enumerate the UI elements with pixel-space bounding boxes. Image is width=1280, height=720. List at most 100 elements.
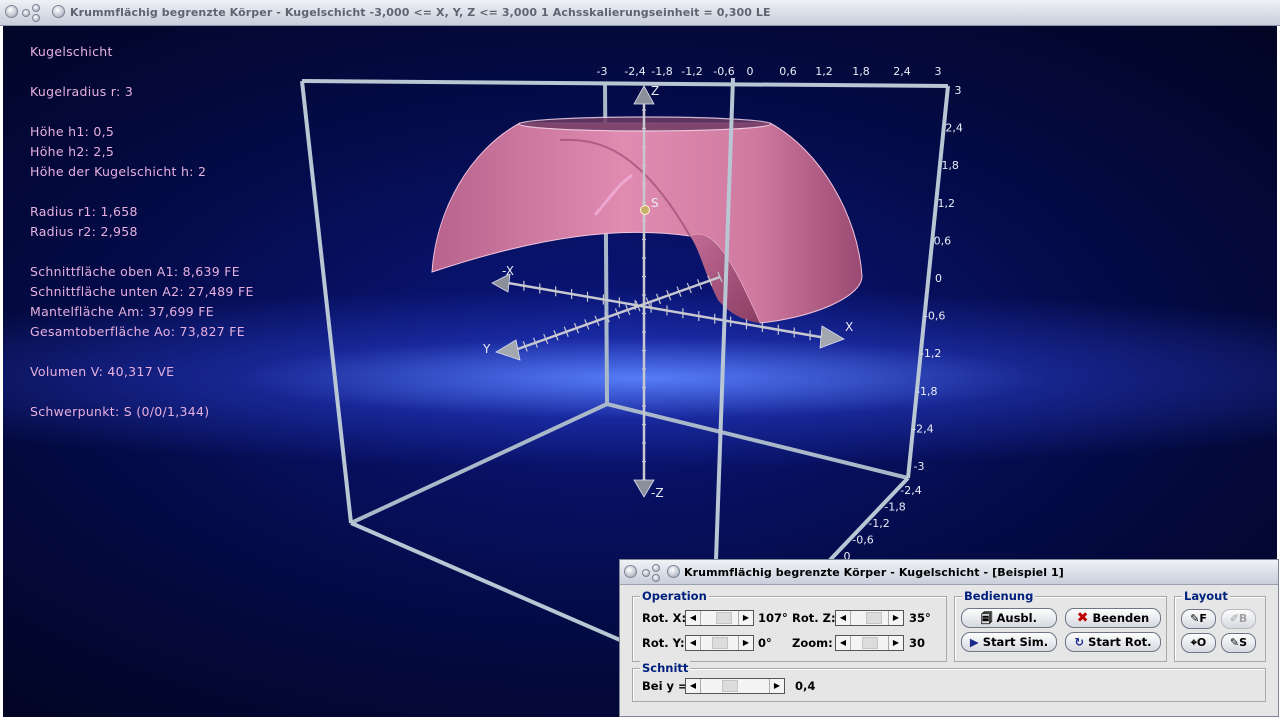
info-radius: Kugelradius r: 3 bbox=[30, 84, 134, 99]
slider-left-icon[interactable]: ◀ bbox=[836, 636, 851, 650]
panel-title-bar: Krummflächig begrenzte Körper - Kugelsch… bbox=[620, 560, 1278, 585]
tick-label: 3 bbox=[955, 84, 962, 97]
tick-label: 1,2 bbox=[938, 197, 956, 210]
panel-close-icon[interactable] bbox=[667, 565, 680, 578]
slider-left-icon[interactable]: ◀ bbox=[836, 611, 851, 625]
start-rot-button[interactable]: ↻ Start Rot. bbox=[1065, 632, 1161, 652]
panel-maximize-icon[interactable] bbox=[652, 564, 660, 572]
rot-y-slider[interactable]: ◀ ▶ bbox=[685, 635, 754, 651]
layout-o-button[interactable]: ⌖O bbox=[1181, 633, 1216, 653]
slider-right-icon[interactable]: ▶ bbox=[738, 611, 753, 625]
panel-restore-icon[interactable] bbox=[652, 574, 660, 582]
paint-icon: ✎ bbox=[1229, 636, 1240, 649]
top-tick-labels: -3 -2,4 -1,8 -1,2 -0,6 0 0,6 1,2 1,8 2,4 3 bbox=[597, 65, 942, 78]
rot-x-slider[interactable]: ◀ ▶ bbox=[685, 610, 754, 626]
bei-y-label: Bei y = bbox=[642, 679, 688, 693]
close-icon[interactable] bbox=[52, 5, 65, 18]
rot-z-value: 35° bbox=[909, 611, 931, 625]
info-panel: Kugelschicht Kugelradius r: 3 Höhe h1: 0… bbox=[30, 42, 254, 422]
centroid-point bbox=[640, 205, 650, 215]
schnitt-label: Schnitt bbox=[640, 661, 691, 675]
tick-label: 0,6 bbox=[934, 234, 952, 247]
tick-label: 3 bbox=[935, 65, 942, 78]
maximize-icon[interactable] bbox=[32, 4, 40, 12]
info-centroid: Schwerpunkt: S (0/0/1,344) bbox=[30, 404, 210, 419]
pen-icon: ✐ bbox=[1229, 612, 1239, 625]
neg-x-label: -X bbox=[502, 264, 514, 278]
tick-label: -1,8 bbox=[916, 385, 937, 398]
tick-label: -0,6 bbox=[924, 310, 945, 323]
tick-label: 0 bbox=[935, 272, 942, 285]
slider-left-icon[interactable]: ◀ bbox=[686, 611, 701, 625]
info-a2: Schnittfläche unten A2: 27,489 FE bbox=[30, 284, 254, 299]
tick-label: -2,4 bbox=[900, 484, 921, 497]
lower-right-tick-labels: -2,4-1,8-1,2-0,60 bbox=[844, 484, 922, 563]
info-r1: Radius r1: 1,658 bbox=[30, 204, 138, 219]
tick-label: -1,8 bbox=[651, 65, 672, 78]
layout-b-button[interactable]: ✐B bbox=[1221, 609, 1256, 629]
layout-f-button[interactable]: ✎F bbox=[1181, 609, 1216, 629]
bei-y-value: 0,4 bbox=[795, 679, 816, 693]
window-menu-icon[interactable] bbox=[5, 5, 18, 18]
y-label: Y bbox=[482, 342, 491, 356]
start-sim-button[interactable]: ▶ Start Sim. bbox=[961, 632, 1057, 652]
rot-z-slider[interactable]: ◀ ▶ bbox=[835, 610, 904, 626]
slider-right-icon[interactable]: ▶ bbox=[738, 636, 753, 650]
window-title: Krummflächig begrenzte Körper - Kugelsch… bbox=[70, 6, 771, 19]
info-r2: Radius r2: 2,958 bbox=[30, 224, 138, 239]
schnitt-group: Schnitt Bei y = ◀ ▶ 0,4 bbox=[632, 661, 1266, 702]
tick-label: -3 bbox=[597, 65, 608, 78]
panel-minimize-icon[interactable] bbox=[642, 569, 650, 577]
slider-thumb[interactable] bbox=[862, 637, 878, 649]
restore-icon[interactable] bbox=[32, 14, 40, 22]
tick-label: -1,2 bbox=[681, 65, 702, 78]
layout-group: Layout ✎F ✐B ⌖O ✎S bbox=[1174, 589, 1266, 662]
spherical-shell bbox=[431, 116, 863, 324]
ausbl-button[interactable]: 🗐 Ausbl. bbox=[961, 608, 1057, 628]
panel-menu-icon[interactable] bbox=[624, 565, 637, 578]
info-h1: Höhe h1: 0,5 bbox=[30, 124, 115, 139]
z-label: Z bbox=[651, 84, 659, 98]
tick-label: 0 bbox=[747, 65, 754, 78]
slider-right-icon[interactable]: ▶ bbox=[769, 679, 784, 693]
main-window: Krummflächig begrenzte Körper - Kugelsch… bbox=[0, 0, 1280, 720]
tick-label: -3 bbox=[914, 460, 925, 473]
slider-left-icon[interactable]: ◀ bbox=[686, 636, 701, 650]
info-ao: Gesamtoberfläche Ao: 73,827 FE bbox=[30, 324, 245, 339]
info-am: Mantelfläche Am: 37,699 FE bbox=[30, 304, 214, 319]
operation-group: Operation Rot. X: ◀ ▶ 107° Rot. Z: ◀ ▶ 3… bbox=[632, 589, 947, 662]
y-arrow-icon bbox=[495, 339, 521, 361]
x-arrow-icon bbox=[819, 325, 845, 349]
rot-x-value: 107° bbox=[758, 611, 788, 625]
zoom-slider[interactable]: ◀ ▶ bbox=[835, 635, 904, 651]
tick-label: 1,8 bbox=[941, 159, 959, 172]
schnitt-slider[interactable]: ◀ ▶ bbox=[685, 678, 785, 694]
slider-thumb[interactable] bbox=[716, 612, 732, 624]
slider-thumb[interactable] bbox=[712, 637, 728, 649]
tick-label: -2,4 bbox=[912, 422, 933, 435]
slider-thumb[interactable] bbox=[722, 680, 738, 692]
tick-label: -0,6 bbox=[713, 65, 734, 78]
rot-z-label: Rot. Z: bbox=[792, 611, 836, 625]
info-volume: Volumen V: 40,317 VE bbox=[30, 364, 175, 379]
tick-label: 1,8 bbox=[852, 65, 870, 78]
bedienung-label: Bedienung bbox=[962, 589, 1036, 603]
close-x-icon: ✖ bbox=[1076, 610, 1089, 626]
centroid-label: S bbox=[651, 196, 659, 210]
slider-left-icon[interactable]: ◀ bbox=[686, 679, 701, 693]
zoom-value: 30 bbox=[909, 636, 926, 650]
operation-label: Operation bbox=[640, 589, 709, 603]
minimize-icon[interactable] bbox=[22, 9, 30, 17]
tick-label: 2,4 bbox=[893, 65, 911, 78]
layout-label: Layout bbox=[1182, 589, 1230, 603]
tick-label: -1,8 bbox=[884, 501, 905, 514]
title-bar: Krummflächig begrenzte Körper - Kugelsch… bbox=[0, 0, 1280, 26]
info-a1: Schnittfläche oben A1: 8,639 FE bbox=[30, 264, 240, 279]
beenden-button[interactable]: ✖ Beenden bbox=[1065, 608, 1161, 628]
play-icon: ▶ bbox=[969, 635, 979, 649]
layout-s-button[interactable]: ✎S bbox=[1221, 633, 1256, 653]
slider-right-icon[interactable]: ▶ bbox=[888, 636, 903, 650]
slider-right-icon[interactable]: ▶ bbox=[888, 611, 903, 625]
slider-thumb[interactable] bbox=[866, 612, 882, 624]
rot-x-label: Rot. X: bbox=[642, 611, 687, 625]
